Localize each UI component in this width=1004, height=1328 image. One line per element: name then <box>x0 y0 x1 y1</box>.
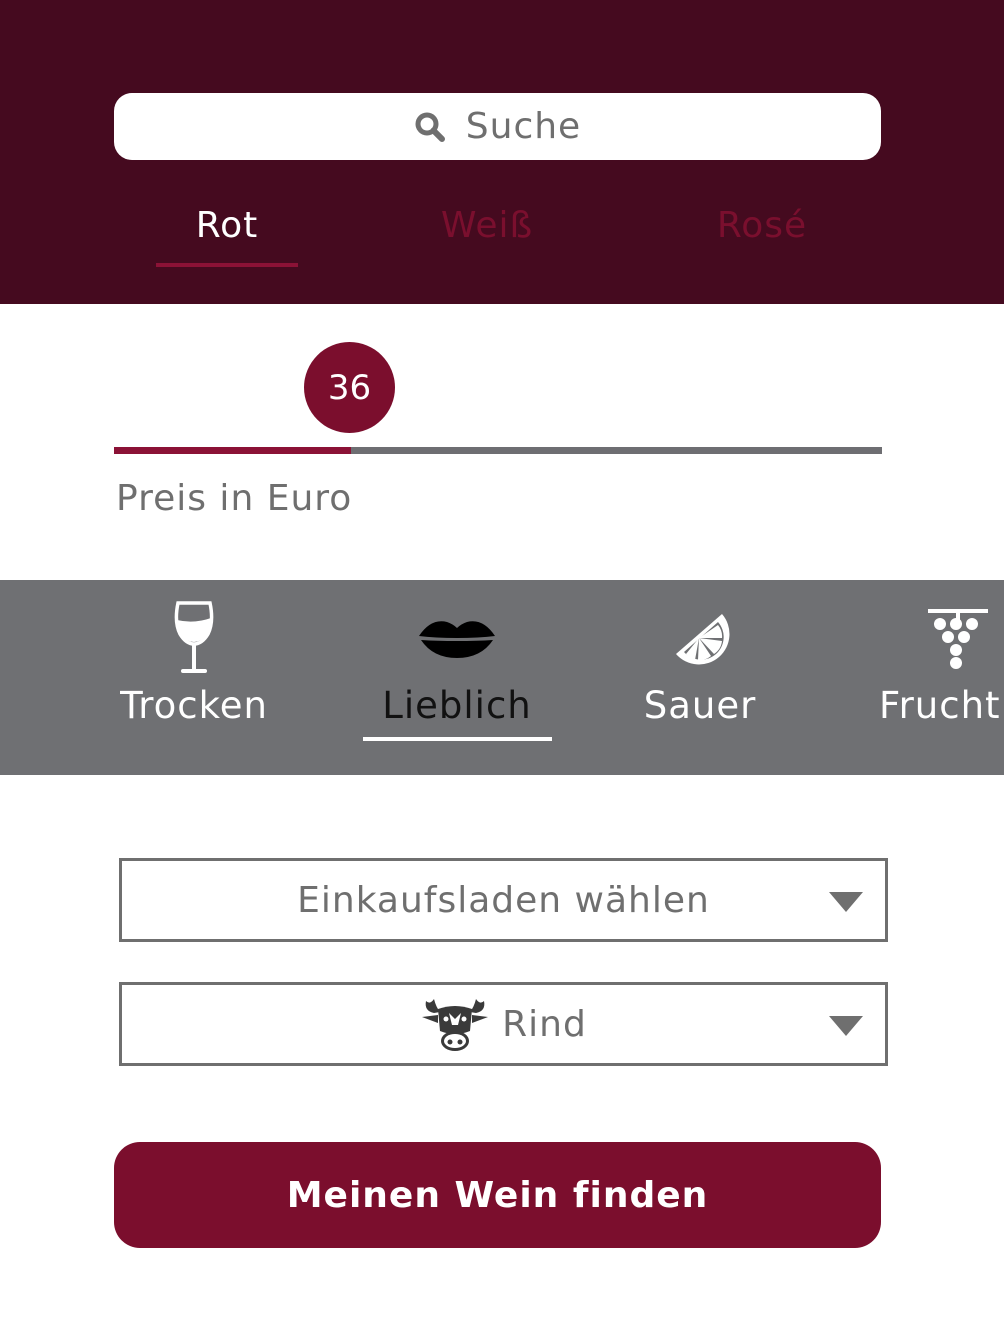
cow-icon <box>422 999 489 1051</box>
taste-selector: Trocken Lieblich Sauer Frucht <box>0 580 1004 775</box>
chevron-down-icon <box>829 892 863 912</box>
price-slider-fill <box>114 447 351 454</box>
active-tab-indicator <box>156 263 298 267</box>
price-slider-track[interactable] <box>114 447 882 454</box>
store-select-value: Einkaufsladen wählen <box>297 879 710 921</box>
taste-label: Lieblich <box>382 684 532 727</box>
taste-frucht[interactable]: Frucht <box>870 580 1004 775</box>
food-select-value: Rind <box>502 1003 587 1045</box>
store-select[interactable]: Einkaufsladen wählen <box>119 858 888 942</box>
tab-rot[interactable]: Rot <box>107 205 347 246</box>
tab-rose[interactable]: Rosé <box>642 205 882 246</box>
price-label: Preis in Euro <box>116 478 353 519</box>
search-icon <box>415 112 445 142</box>
taste-label: Frucht <box>879 684 1001 727</box>
taste-sauer[interactable]: Sauer <box>615 580 785 775</box>
taste-label: Trocken <box>120 684 268 727</box>
taste-trocken[interactable]: Trocken <box>109 580 279 775</box>
find-wine-button[interactable]: Meinen Wein finden <box>114 1142 881 1248</box>
search-input[interactable]: Suche <box>114 93 881 160</box>
taste-label: Sauer <box>643 684 757 727</box>
tab-weiss[interactable]: Weiß <box>367 205 607 246</box>
price-slider-handle[interactable]: 36 <box>304 342 395 433</box>
price-value: 36 <box>327 367 372 408</box>
chevron-down-icon <box>829 1016 863 1036</box>
search-placeholder: Suche <box>465 106 582 147</box>
lemon-slice-icon <box>660 598 740 678</box>
food-select[interactable]: Rind <box>119 982 888 1066</box>
header: Suche Rot Weiß Rosé <box>0 0 1004 304</box>
wine-glass-icon <box>154 598 234 678</box>
lips-icon <box>417 598 497 678</box>
taste-lieblich[interactable]: Lieblich <box>362 580 552 775</box>
grapes-icon <box>918 598 998 678</box>
active-taste-indicator <box>363 737 552 741</box>
